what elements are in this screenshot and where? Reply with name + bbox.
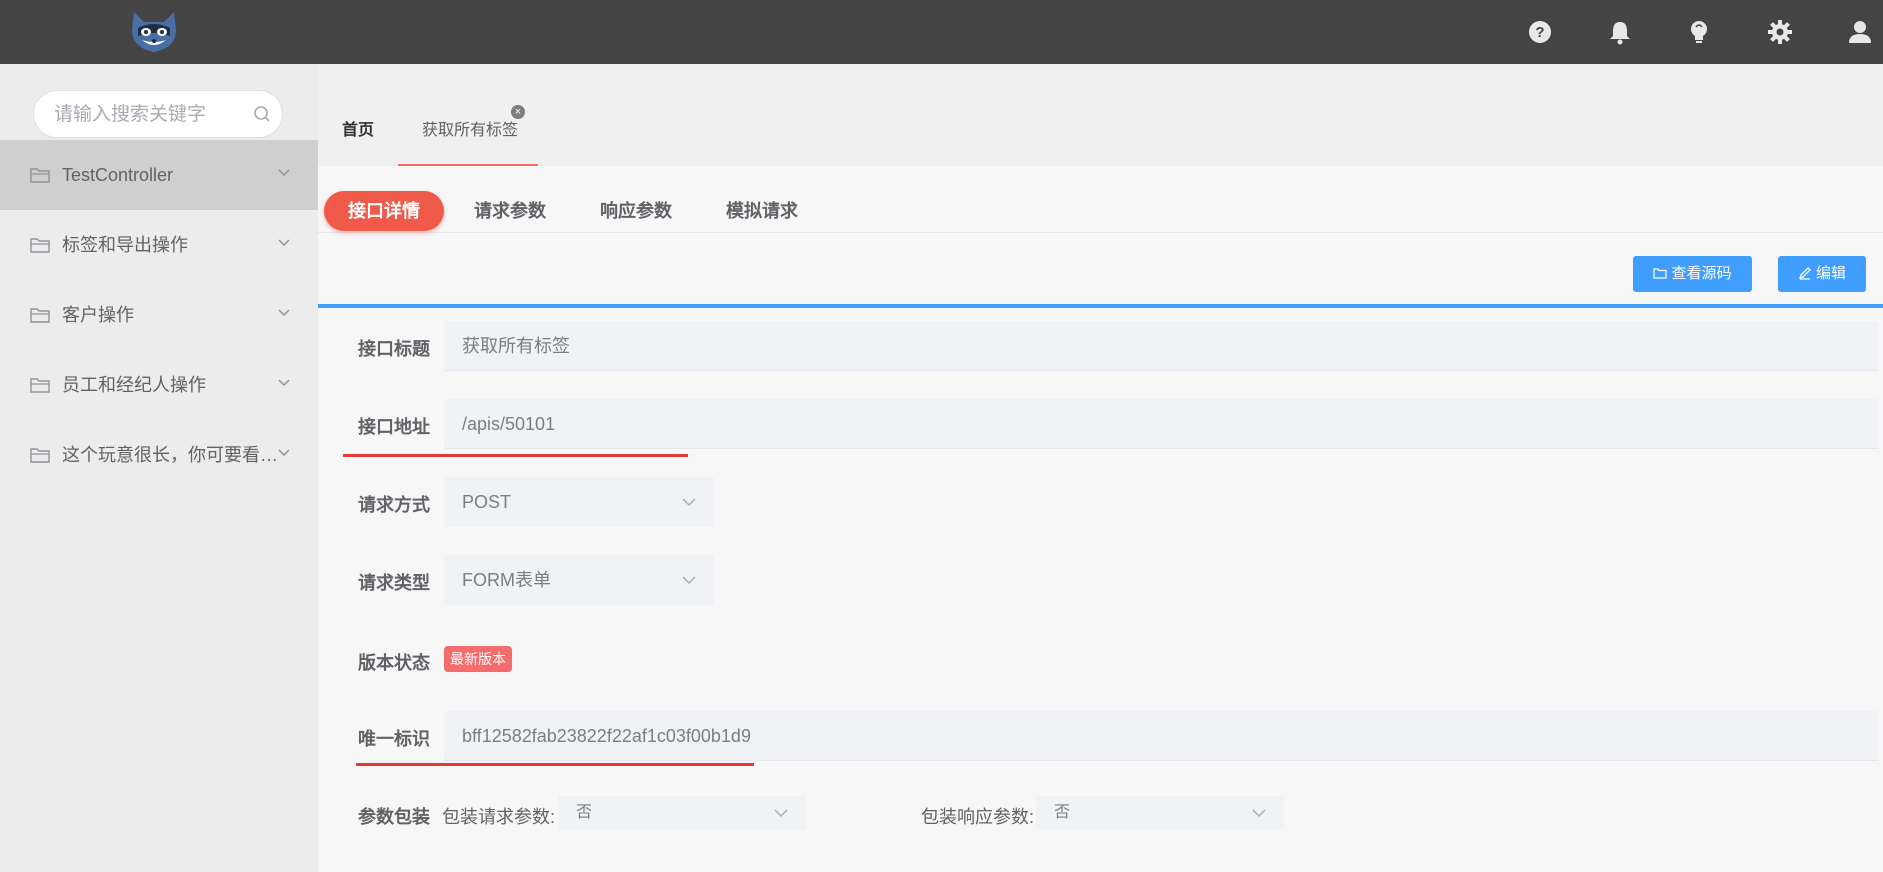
sidebar-item-customer[interactable]: 客户操作 (0, 280, 318, 350)
sidebar-item-tags-export[interactable]: 标签和导出操作 (0, 210, 318, 280)
request-method-label: 请求方式 (358, 495, 430, 515)
tab-home[interactable]: 首页 (342, 116, 374, 140)
detail-tabs: 接口详情 请求参数 响应参数 模拟请求 (318, 166, 1883, 233)
chevron-down-icon (278, 379, 290, 387)
tab-response-params[interactable]: 响应参数 (586, 191, 686, 231)
sidebar-item-testcontroller[interactable]: TestController (0, 140, 318, 210)
tab-mock-request[interactable]: 模拟请求 (712, 191, 812, 231)
request-type-value: FORM表单 (462, 570, 551, 590)
chevron-down-icon (278, 309, 290, 317)
header-divider (318, 304, 1883, 308)
chevron-down-icon (682, 498, 696, 507)
chevron-down-icon (682, 576, 696, 585)
chevron-down-icon (1252, 809, 1266, 818)
search-icon[interactable] (252, 104, 272, 124)
sidebar-item-label: 员工和经纪人操作 (62, 375, 206, 395)
sidebar-item-staff-agent[interactable]: 员工和经纪人操作 (0, 350, 318, 420)
edit-icon (1798, 267, 1811, 280)
request-type-label: 请求类型 (358, 573, 430, 593)
wrap-request-value: 否 (576, 804, 593, 821)
chevron-down-icon (278, 239, 290, 247)
wrap-request-label: 包装请求参数: (442, 807, 556, 827)
view-source-button[interactable]: 查看源码 (1633, 256, 1752, 292)
wrap-response-select[interactable]: 否 (1036, 796, 1284, 830)
chevron-down-icon (278, 169, 290, 177)
api-title-field[interactable]: 获取所有标签 (444, 321, 1879, 371)
view-source-label: 查看源码 (1671, 265, 1732, 282)
folder-open-icon (1653, 268, 1668, 279)
edit-label: 编辑 (1815, 265, 1846, 282)
sidebar-item-label: 客户操作 (62, 305, 134, 325)
close-icon[interactable]: × (511, 105, 525, 119)
unique-id-label: 唯一标识 (358, 729, 430, 749)
main-content: 接口详情 请求参数 响应参数 模拟请求 查看源码 编辑 接口标题 获取所有标签 … (318, 166, 1883, 872)
wrap-request-select[interactable]: 否 (558, 796, 806, 830)
page-tabs: 首页 获取所有标签 × (318, 64, 1883, 166)
tab-api-detail[interactable]: 接口详情 (324, 191, 444, 231)
sidebar-item-label: TestController (62, 165, 174, 185)
svg-text:?: ? (1535, 24, 1544, 41)
folder-icon (30, 448, 50, 463)
bell-icon[interactable] (1605, 17, 1635, 47)
sidebar-item-long-name[interactable]: 这个玩意很长，你可要看着… (0, 420, 318, 490)
help-icon[interactable]: ? (1525, 17, 1555, 47)
sidebar-item-label: 这个玩意很长，你可要看着… (62, 445, 284, 465)
gear-icon[interactable] (1765, 17, 1795, 47)
annotation-underline (356, 763, 754, 766)
raccoon-logo[interactable] (128, 8, 180, 56)
param-wrap-label: 参数包装 (358, 807, 430, 827)
edit-button[interactable]: 编辑 (1778, 256, 1866, 292)
sidebar-search[interactable] (33, 90, 283, 139)
sidebar: TestController 标签和导出操作 客户操作 员工和经纪人操作 这个玩… (0, 64, 318, 872)
user-icon[interactable] (1845, 17, 1875, 47)
api-title-label: 接口标题 (358, 339, 430, 359)
folder-icon (30, 238, 50, 253)
wrap-response-value: 否 (1054, 804, 1071, 821)
folder-icon (30, 308, 50, 323)
unique-id-field[interactable]: bff12582fab23822f22af1c03f00b1d9 (444, 711, 1879, 761)
wrap-response-label: 包装响应参数: (921, 807, 1035, 827)
tab-request-params[interactable]: 请求参数 (460, 191, 560, 231)
tab-get-all-tags[interactable]: 获取所有标签 (422, 116, 518, 140)
lightbulb-icon[interactable] (1684, 17, 1714, 47)
sidebar-item-label: 标签和导出操作 (62, 235, 188, 255)
version-status-label: 版本状态 (358, 653, 430, 673)
search-input[interactable] (52, 91, 246, 139)
folder-icon (30, 378, 50, 393)
chevron-down-icon (774, 809, 788, 818)
chevron-down-icon (278, 449, 290, 457)
top-bar: ? (0, 0, 1883, 64)
request-type-select[interactable]: FORM表单 (444, 555, 714, 605)
folder-icon (30, 168, 50, 183)
request-method-value: POST (462, 492, 512, 512)
request-method-select[interactable]: POST (444, 477, 714, 527)
api-url-field[interactable]: /apis/50101 (444, 399, 1879, 449)
status-badge: 最新版本 (444, 646, 512, 672)
api-url-label: 接口地址 (358, 417, 430, 437)
annotation-underline (343, 454, 688, 457)
